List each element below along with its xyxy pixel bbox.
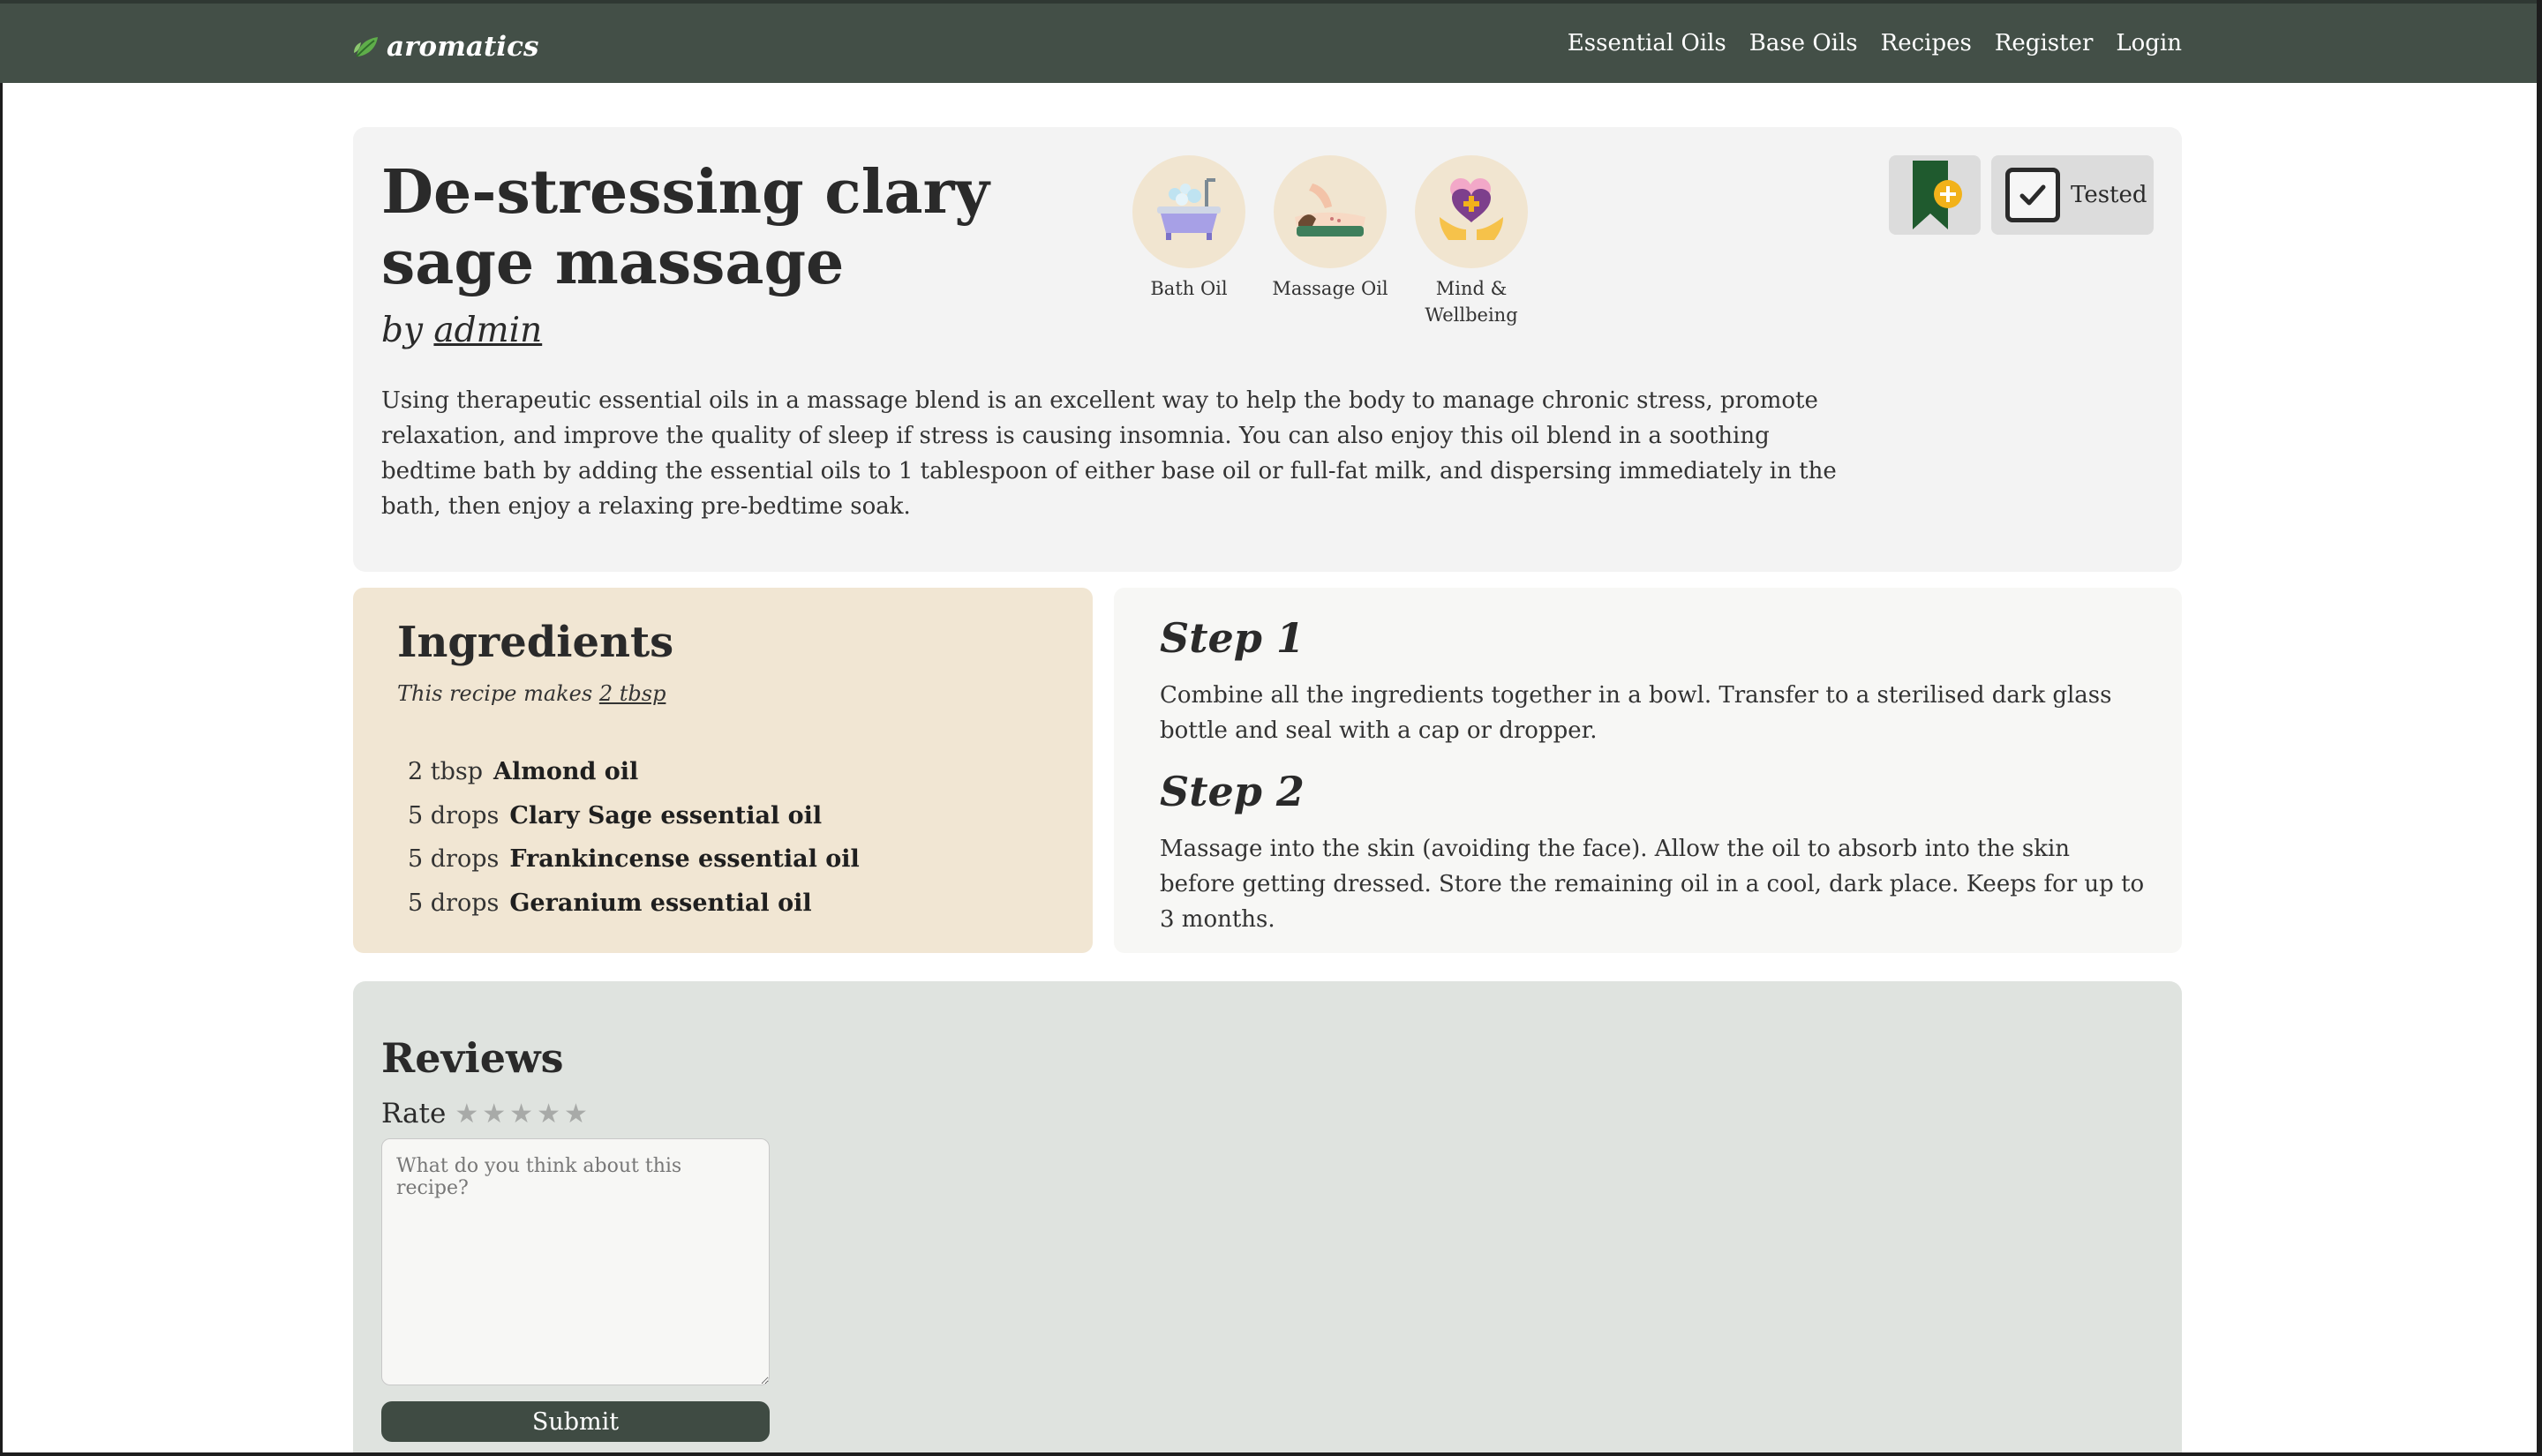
- massage-icon: [1274, 155, 1387, 268]
- nav-link-essential-oils[interactable]: Essential Oils: [1568, 30, 1726, 56]
- ingredient-quantity: 2 tbsp: [408, 758, 484, 786]
- leaf-icon: [354, 37, 378, 57]
- ingredients-title: Ingredients: [397, 618, 674, 667]
- window-edge-left: [0, 0, 3, 1456]
- ingredient-name: Geranium essential oil: [509, 889, 812, 917]
- nav-links: Essential Oils Base Oils Recipes Registe…: [1568, 30, 2182, 56]
- ingredient-name: Clary Sage essential oil: [509, 801, 823, 829]
- recipe-description: Using therapeutic essential oils in a ma…: [381, 387, 1837, 520]
- yield-prefix: This recipe makes: [397, 681, 593, 706]
- step-1-text: Combine all the ingredients together in …: [1160, 682, 2112, 744]
- ingredient-item: 5 drops Frankincense essential oil: [408, 837, 860, 882]
- reviews-section: Reviews Rate ★ ★ ★ ★ ★ Submit: [353, 981, 2182, 1456]
- author-link[interactable]: admin: [433, 311, 542, 350]
- category-label: Bath Oil: [1150, 278, 1228, 299]
- reviews-title: Reviews: [381, 1034, 564, 1082]
- nav-link-register[interactable]: Register: [1995, 30, 2094, 56]
- step-2-text: Massage into the skin (avoiding the face…: [1160, 836, 2145, 933]
- submit-review-button[interactable]: Submit: [381, 1401, 770, 1442]
- ingredients-card: Ingredients This recipe makes 2 tbsp 2 t…: [353, 588, 1093, 953]
- rate-label: Rate: [381, 1098, 447, 1130]
- ingredient-name: Almond oil: [493, 758, 639, 786]
- window-edge-right: [2537, 0, 2542, 1456]
- star-icon-2[interactable]: ★: [482, 1099, 506, 1130]
- category-label: Mind & Wellbeing: [1425, 278, 1518, 326]
- nav-link-base-oils[interactable]: Base Oils: [1749, 30, 1858, 56]
- review-textarea[interactable]: [381, 1138, 770, 1385]
- top-navbar: aromatics Essential Oils Base Oils Recip…: [0, 0, 2542, 83]
- star-icon-5[interactable]: ★: [564, 1099, 588, 1130]
- ingredient-name: Frankincense essential oil: [509, 845, 860, 874]
- category-massage-oil[interactable]: Massage Oil: [1271, 155, 1389, 328]
- recipe-byline: by admin: [381, 311, 542, 350]
- recipe-categories: Bath Oil Massage Oil Mind & Wellbeing: [1130, 155, 1530, 328]
- tested-toggle[interactable]: Tested: [1991, 155, 2154, 235]
- star-rating: ★ ★ ★ ★ ★: [455, 1099, 588, 1130]
- star-icon-1[interactable]: ★: [455, 1099, 478, 1130]
- recipe-title: De-stressing clary sage massage: [381, 157, 989, 298]
- bathtub-icon: [1132, 155, 1245, 268]
- logo-text: aromatics: [387, 31, 539, 63]
- rating-row: Rate ★ ★ ★ ★ ★: [381, 1098, 588, 1130]
- ingredient-item: 5 drops Clary Sage essential oil: [408, 794, 860, 838]
- ingredient-quantity: 5 drops: [408, 889, 500, 917]
- ingredient-quantity: 5 drops: [408, 801, 500, 829]
- step-2-title: Step 2: [1160, 768, 1305, 815]
- method-steps-card: Step 1 Combine all the ingredients toget…: [1114, 588, 2182, 953]
- bookmark-add-icon: [1913, 161, 1962, 229]
- category-bath-oil[interactable]: Bath Oil: [1130, 155, 1248, 328]
- heart-hands-icon: [1415, 155, 1528, 268]
- step-1-title: Step 1: [1160, 614, 1305, 662]
- category-mind-wellbeing[interactable]: Mind & Wellbeing: [1412, 155, 1530, 328]
- byline-prefix: by: [381, 311, 423, 350]
- recipe-header-card: De-stressing clary sage massage by admin…: [353, 127, 2182, 572]
- ingredients-list: 2 tbsp Almond oil 5 drops Clary Sage ess…: [408, 750, 860, 925]
- ingredient-quantity: 5 drops: [408, 845, 500, 874]
- recipe-yield: This recipe makes 2 tbsp: [397, 681, 666, 706]
- yield-value[interactable]: 2 tbsp: [599, 681, 666, 706]
- window-edge-bottom: [0, 1452, 2542, 1456]
- star-icon-4[interactable]: ★: [537, 1099, 560, 1130]
- tested-label: Tested: [2071, 182, 2147, 208]
- nav-link-login[interactable]: Login: [2116, 30, 2182, 56]
- nav-link-recipes[interactable]: Recipes: [1881, 30, 1972, 56]
- site-logo[interactable]: aromatics: [351, 28, 538, 65]
- checkbox-checked-icon: [2005, 168, 2060, 222]
- star-icon-3[interactable]: ★: [509, 1099, 533, 1130]
- ingredient-item: 5 drops Geranium essential oil: [408, 882, 860, 926]
- ingredient-item: 2 tbsp Almond oil: [408, 750, 860, 794]
- category-label: Massage Oil: [1272, 278, 1388, 299]
- add-bookmark-button[interactable]: [1889, 155, 1981, 235]
